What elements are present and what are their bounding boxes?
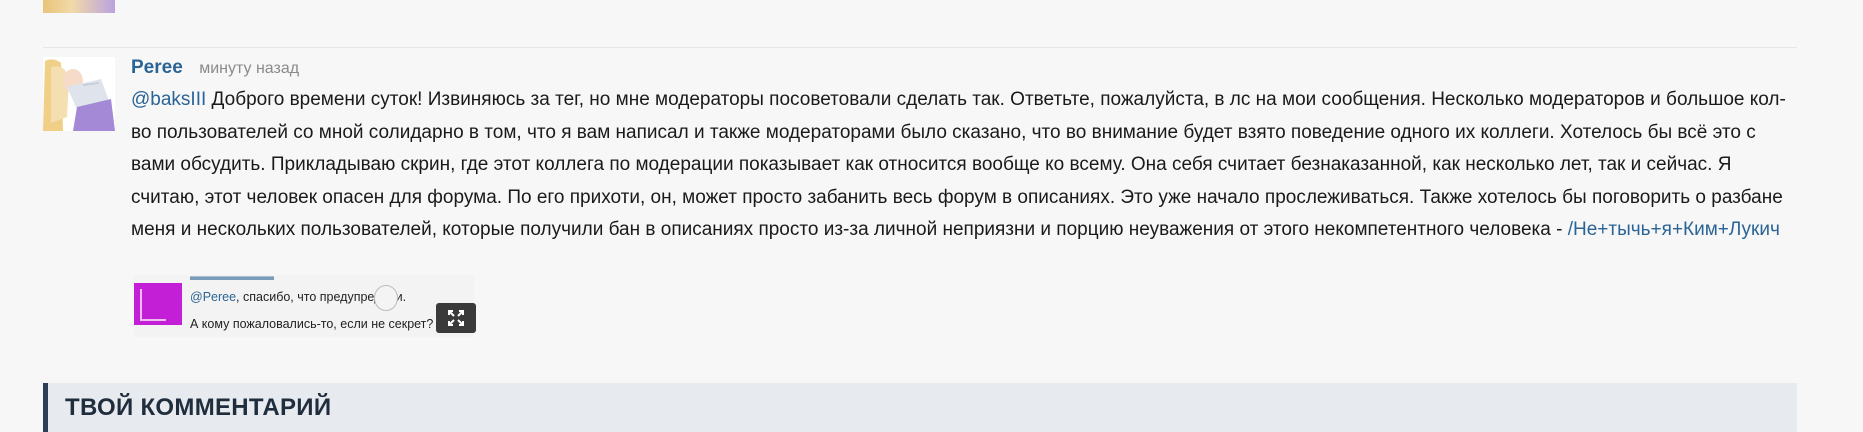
comment-time: минуту назад: [199, 60, 300, 77]
mention-link[interactable]: @baksIII: [131, 89, 206, 110]
avatar[interactable]: [43, 57, 115, 131]
expand-icon: [448, 310, 464, 326]
author-link[interactable]: Peree: [131, 57, 183, 78]
comment-message: Доброго времени суток! Извиняюсь за тег,…: [131, 89, 1786, 240]
comment-body: Peree минуту назад @baksIII Доброго врем…: [131, 57, 1797, 337]
comment-divider: [43, 47, 1797, 48]
previous-comment-avatar[interactable]: [43, 0, 115, 13]
comment-form-header: ТВОЙ КОММЕНТАРИЙ: [43, 383, 1797, 432]
screenshot-mention: @Peree: [190, 290, 237, 304]
screenshot-emoji-icon: [374, 285, 398, 311]
expand-button[interactable]: [436, 303, 476, 333]
screenshot-line-2: А кому пожаловались-то, если не секрет?: [190, 317, 434, 331]
comment-text: @baksIII Доброго времени суток! Извиняюс…: [131, 84, 1797, 247]
section-title: ТВОЙ КОММЕНТАРИЙ: [65, 394, 332, 421]
attached-screenshot[interactable]: ▬▬▬▬▬▬▬ @Peree, спасибо, что предупредил…: [134, 275, 474, 337]
comment-meta: Peree минуту назад: [131, 57, 1797, 79]
screenshot-author-cut: ▬▬▬▬▬▬▬: [190, 275, 274, 283]
profile-link[interactable]: /Не+тычь+я+Ким+Лукич: [1568, 219, 1780, 240]
screenshot-avatar: [134, 283, 182, 325]
avatar-image: [43, 57, 115, 131]
